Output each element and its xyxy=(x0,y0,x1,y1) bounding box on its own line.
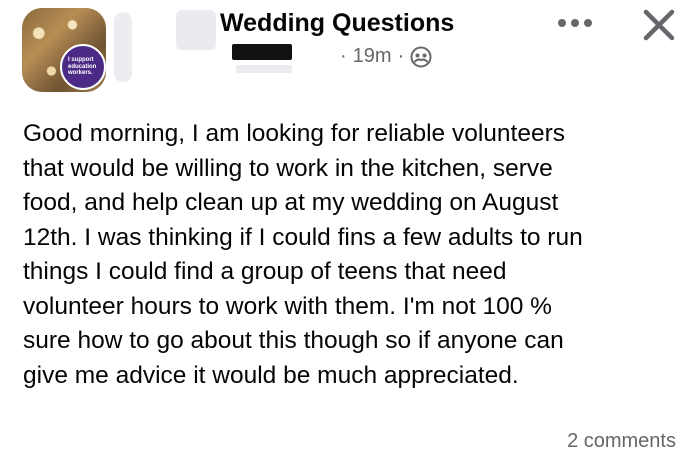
post-body-text: Good morning, I am looking for reliable … xyxy=(23,120,583,389)
post-meta: · 19m · xyxy=(340,45,432,68)
badge-text: I support education workers. xyxy=(68,57,97,77)
post-card: I support education workers. Wedding Que… xyxy=(0,0,700,471)
close-button[interactable] xyxy=(638,4,680,46)
meta-separator: · xyxy=(397,45,405,67)
redacted-author-avatar xyxy=(114,12,132,82)
meta-separator: · xyxy=(340,45,347,67)
redacted-author-sublabel xyxy=(236,65,292,73)
post-timestamp[interactable]: 19m xyxy=(353,45,392,68)
redacted-author-label xyxy=(232,44,292,60)
profile-frame-badge: I support education workers. xyxy=(60,44,106,90)
redacted-author-name xyxy=(176,10,216,50)
close-icon xyxy=(643,9,675,41)
more-options-button[interactable] xyxy=(553,8,597,38)
more-horizontal-icon xyxy=(558,19,592,27)
comments-count-link[interactable]: 2 comments xyxy=(567,430,676,453)
group-name-link[interactable]: Wedding Questions xyxy=(220,9,454,38)
group-members-icon xyxy=(410,46,432,68)
